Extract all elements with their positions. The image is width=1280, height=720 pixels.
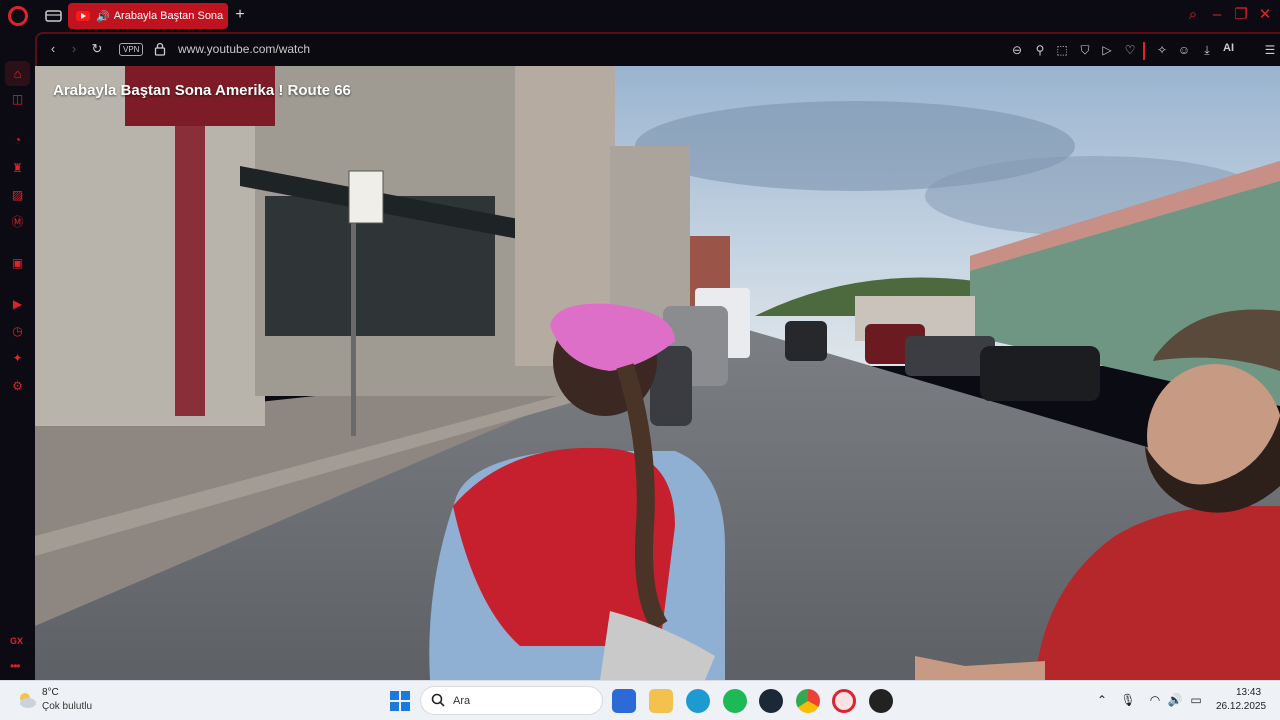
address-bar: ‹ › ↻ VPN www.youtube.com/watch ⊖ ⚲ ⬚ ⛉ … bbox=[35, 32, 1280, 66]
youtube-favicon-icon bbox=[76, 11, 90, 21]
pin-icon[interactable]: ⚲ bbox=[1032, 42, 1048, 58]
opera-gx-taskbar-icon[interactable] bbox=[832, 689, 856, 713]
weather-condition: Çok bulutlu bbox=[42, 701, 93, 712]
zoom-out-icon[interactable]: ⊖ bbox=[1009, 42, 1025, 58]
vpn-badge[interactable]: VPN bbox=[119, 43, 144, 56]
search-placeholder: Ara bbox=[453, 695, 471, 707]
url-field[interactable]: www.youtube.com/watch bbox=[178, 42, 310, 56]
video-player[interactable]: Arabayla Baştan Sona Amerika ! Route 66 bbox=[35, 66, 1280, 680]
volume-icon[interactable]: 🔊 bbox=[1167, 693, 1183, 707]
chevron-up-icon[interactable]: ⌃ bbox=[1094, 693, 1110, 707]
tab-title: Arabayla Baştan Sona bbox=[113, 10, 224, 22]
extensions-puzzle-icon[interactable]: ✧ bbox=[1154, 42, 1170, 58]
settings-icon[interactable]: ⚙ bbox=[9, 378, 26, 395]
toolbar-separator bbox=[1143, 42, 1145, 60]
weather-temperature: 8°C bbox=[42, 687, 59, 698]
app-notification-icon[interactable] bbox=[869, 689, 893, 713]
steam-icon[interactable] bbox=[759, 689, 783, 713]
search-icon bbox=[431, 693, 445, 707]
ai-button[interactable]: AI bbox=[1223, 42, 1234, 54]
snapshot-icon[interactable]: ⬚ bbox=[1054, 42, 1070, 58]
chrome-icon[interactable] bbox=[796, 689, 820, 713]
outlook-icon[interactable] bbox=[612, 689, 636, 713]
cloudy-weather-icon[interactable] bbox=[16, 689, 38, 711]
restore-button[interactable]: ❐ bbox=[1232, 6, 1250, 24]
title-bar: 🔊 Arabayla Baştan Sona + ⌕ – ❐ ✕ bbox=[0, 0, 1280, 32]
lock-icon[interactable] bbox=[154, 42, 166, 56]
windows-start-icon[interactable] bbox=[390, 691, 410, 711]
sidebar: ⌂ ◫ ◔ ♜ ▨ Ⓜ ▣ ▶ ◷ ✦ ⚙ GX ••• bbox=[0, 32, 35, 680]
back-icon[interactable]: ‹ bbox=[45, 41, 61, 57]
forward-icon[interactable]: › bbox=[66, 41, 82, 57]
reload-icon[interactable]: ↻ bbox=[89, 41, 105, 57]
profile-icon[interactable]: ☺ bbox=[1176, 42, 1192, 58]
gamepad-icon[interactable]: ◫ bbox=[9, 91, 26, 108]
new-tab-button[interactable]: + bbox=[232, 6, 248, 24]
twitch-icon[interactable]: ▣ bbox=[9, 255, 26, 272]
clock-time[interactable]: 13:43 bbox=[1236, 687, 1261, 698]
search-icon[interactable]: ⌕ bbox=[1184, 6, 1202, 24]
video-frame bbox=[35, 66, 1280, 680]
history-icon[interactable]: ◷ bbox=[9, 323, 26, 340]
download-icon[interactable]: ⤓ bbox=[1199, 42, 1215, 58]
speaker-icon[interactable]: 🔊 bbox=[96, 10, 110, 23]
spotify-icon[interactable] bbox=[723, 689, 747, 713]
gx-label: GX bbox=[10, 636, 24, 646]
gx-control-icon[interactable]: ◔ bbox=[9, 132, 26, 149]
tab-islands-icon[interactable] bbox=[44, 8, 64, 24]
minimize-button[interactable]: – bbox=[1208, 6, 1226, 24]
home-icon[interactable]: ⌂ bbox=[5, 61, 30, 86]
extensions-icon[interactable]: ✦ bbox=[9, 350, 26, 367]
tab-active[interactable]: 🔊 Arabayla Baştan Sona bbox=[68, 3, 228, 29]
close-button[interactable]: ✕ bbox=[1256, 6, 1274, 24]
player-icon[interactable]: ▶ bbox=[9, 296, 26, 313]
cleaner-icon[interactable]: ▨ bbox=[9, 187, 26, 204]
gx-corner-icon[interactable]: ♜ bbox=[9, 160, 26, 177]
opera-logo-icon[interactable] bbox=[8, 6, 28, 26]
taskbar: 8°C Çok bulutlu Ara ⌃ 🎙 ◠ 🔊 ▭ 13:43 26.1… bbox=[0, 680, 1280, 720]
shield-icon[interactable]: ⛉ bbox=[1077, 42, 1093, 58]
file-explorer-icon[interactable] bbox=[649, 689, 673, 713]
messenger-icon[interactable]: Ⓜ bbox=[9, 214, 26, 231]
clock-date[interactable]: 26.12.2025 bbox=[1216, 701, 1266, 712]
more-icon[interactable]: ••• bbox=[10, 659, 21, 673]
video-title: Arabayla Baştan Sona Amerika ! Route 66 bbox=[53, 82, 351, 99]
taskbar-search-input[interactable]: Ara bbox=[420, 686, 603, 715]
battery-icon[interactable]: ▭ bbox=[1188, 693, 1204, 707]
send-icon[interactable]: ▷ bbox=[1099, 42, 1115, 58]
microphone-icon[interactable]: 🎙 bbox=[1120, 693, 1136, 707]
edge-icon[interactable] bbox=[686, 689, 710, 713]
heart-icon[interactable]: ♡ bbox=[1122, 42, 1138, 58]
menu-icon[interactable]: ☰ bbox=[1262, 42, 1278, 58]
wifi-icon[interactable]: ◠ bbox=[1147, 693, 1163, 707]
